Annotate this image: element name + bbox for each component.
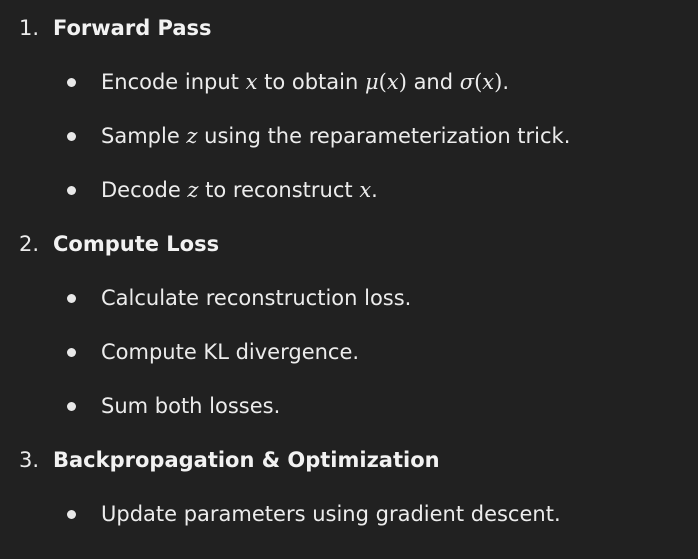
- bullet-dot-icon: [67, 347, 76, 357]
- list-item-text: Calculate reconstruction loss.: [101, 286, 412, 310]
- list-item: Update parameters using gradient descent…: [67, 498, 561, 530]
- list-item: Sum both losses.: [67, 390, 280, 422]
- math-mu-of-x: μ(x): [364, 70, 407, 94]
- math-x: x: [245, 70, 258, 94]
- list-item-text: Sum both losses.: [101, 394, 281, 418]
- bullet-dot-icon: [67, 509, 76, 519]
- step-title: Compute Loss: [53, 232, 220, 256]
- bullet-dot-icon: [67, 293, 76, 303]
- step-number: 2.: [19, 232, 40, 256]
- bullet-dot-icon: [67, 185, 76, 195]
- step-number: 1.: [19, 16, 40, 40]
- math-sigma-of-x: σ(x): [459, 70, 503, 94]
- list-item: Calculate reconstruction loss.: [67, 282, 411, 314]
- step-title: Forward Pass: [53, 16, 212, 40]
- step-1-heading: 1. Forward Pass: [19, 12, 212, 44]
- list-item: Compute KL divergence.: [67, 336, 359, 368]
- step-number: 3.: [19, 448, 40, 472]
- math-z: z: [187, 178, 199, 202]
- step-3-heading: 3. Backpropagation & Optimization: [19, 444, 440, 476]
- math-z: z: [186, 124, 198, 148]
- bullet-dot-icon: [67, 77, 76, 87]
- list-item-text: Encode input x to obtain μ(x) and σ(x).: [101, 70, 510, 94]
- list-item: Decode z to reconstruct x.: [67, 174, 378, 206]
- bullet-dot-icon: [67, 401, 76, 411]
- list-item: Sample z using the reparameterization tr…: [67, 120, 570, 152]
- step-title: Backpropagation & Optimization: [53, 448, 440, 472]
- math-x: x: [359, 178, 372, 202]
- document-body: 1. Forward Pass Encode input x to obtain…: [0, 0, 698, 559]
- list-item-text: Update parameters using gradient descent…: [101, 502, 561, 526]
- bullet-dot-icon: [67, 131, 76, 141]
- step-2-heading: 2. Compute Loss: [19, 228, 219, 260]
- list-item: Encode input x to obtain μ(x) and σ(x).: [67, 66, 509, 98]
- list-item-text: Decode z to reconstruct x.: [101, 178, 378, 202]
- list-item-text: Compute KL divergence.: [101, 340, 360, 364]
- list-item-text: Sample z using the reparameterization tr…: [101, 124, 571, 148]
